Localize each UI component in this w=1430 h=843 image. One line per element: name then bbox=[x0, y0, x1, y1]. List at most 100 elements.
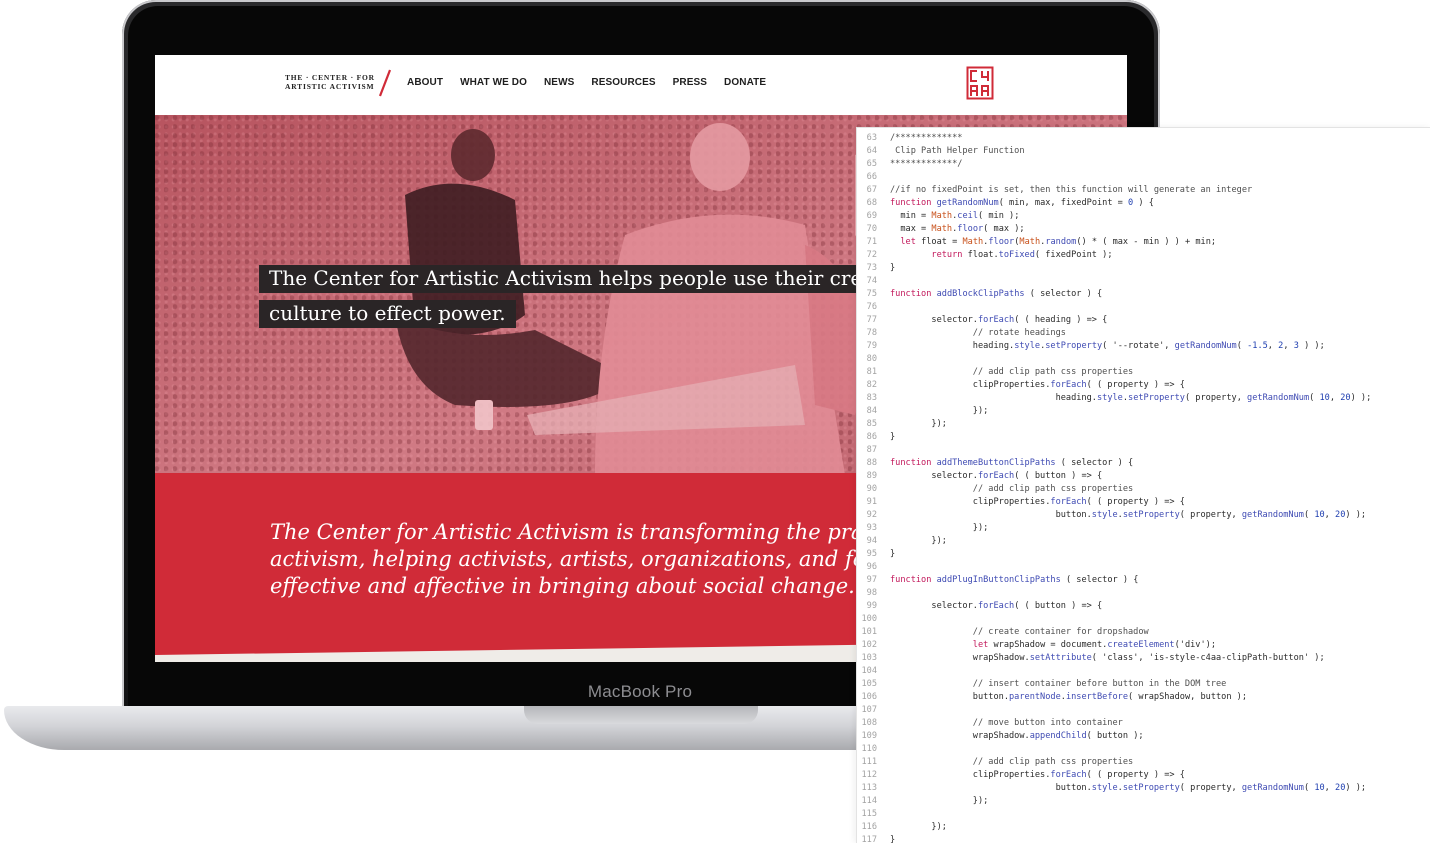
code-line: 88 function addThemeButtonClipPaths ( sel… bbox=[857, 457, 1134, 470]
line-number: 65 bbox=[866, 159, 877, 169]
line-number: 114 bbox=[861, 796, 877, 806]
code-text: let float = Math.floor(Math.random() * (… bbox=[900, 237, 1217, 247]
code-text: // create container for dropshadow bbox=[890, 627, 1149, 637]
code-text: // insert container before button in the… bbox=[890, 679, 1227, 689]
code-line: 87 bbox=[857, 444, 890, 457]
line-number: 67 bbox=[866, 185, 877, 195]
code-text: // move button into container bbox=[890, 718, 1123, 728]
line-number: 105 bbox=[861, 679, 877, 689]
nav-about[interactable]: ABOUT bbox=[407, 77, 443, 88]
code-line: 114 }); bbox=[857, 795, 988, 808]
line-number: 70 bbox=[866, 224, 877, 234]
code-text: clipProperties.forEach( ( property ) => … bbox=[890, 380, 1185, 390]
code-line: 63 /************* bbox=[857, 132, 963, 145]
nav-news[interactable]: NEWS bbox=[544, 77, 574, 88]
code-text: *************/ bbox=[890, 159, 963, 169]
laptop-base-notch bbox=[524, 706, 758, 724]
code-line: 106 button.parentNode.insertBefore( wrap… bbox=[857, 691, 1247, 704]
code-text: }); bbox=[890, 822, 947, 832]
line-number: 104 bbox=[861, 666, 877, 676]
code-text: function addPlugInButtonClipPaths ( sele… bbox=[890, 575, 1139, 585]
code-text: max = Math.floor( max ); bbox=[890, 224, 1025, 234]
code-text: // add clip path css properties bbox=[890, 367, 1134, 377]
line-number: 96 bbox=[866, 562, 877, 572]
code-line: 110 bbox=[857, 743, 890, 756]
code-line: 116 }); bbox=[857, 821, 947, 834]
main-nav: ABOUT WHAT WE DO NEWS RESOURCES PRESS DO… bbox=[407, 77, 766, 88]
line-number: 91 bbox=[866, 497, 877, 507]
line-number: 92 bbox=[866, 510, 877, 520]
line-number: 113 bbox=[861, 783, 877, 793]
logo-slash-icon bbox=[379, 69, 391, 97]
code-text: wrapShadow.setAttribute( 'class', 'is-st… bbox=[890, 653, 1325, 663]
code-line: 107 bbox=[857, 704, 890, 717]
line-number: 93 bbox=[866, 523, 877, 533]
code-text: function addBlockClipPaths ( selector ) … bbox=[890, 289, 1103, 299]
code-text: selector.forEach( ( button ) => { bbox=[890, 471, 1103, 481]
nav-resources[interactable]: RESOURCES bbox=[591, 77, 655, 88]
nav-donate[interactable]: DONATE bbox=[724, 77, 766, 88]
code-editor-panel: 63 /************* 64 Clip Path Helper Func… bbox=[856, 127, 1430, 843]
code-text: }); bbox=[890, 796, 989, 806]
line-number: 86 bbox=[866, 432, 877, 442]
line-number: 89 bbox=[866, 471, 877, 481]
code-line: 72 return float.toFixed( fixedPoint ); bbox=[857, 249, 1113, 262]
code-line: 79 heading.style.setProperty( '--rotate'… bbox=[857, 340, 1325, 353]
code-text: wrapShadow.appendChild( button ); bbox=[890, 731, 1144, 741]
line-number: 111 bbox=[861, 757, 877, 767]
line-number: 80 bbox=[866, 354, 877, 364]
line-number: 69 bbox=[866, 211, 877, 221]
line-number: 66 bbox=[866, 172, 877, 182]
line-number: 112 bbox=[861, 770, 877, 780]
code-text: /************* bbox=[890, 133, 963, 143]
code-line: 78 // rotate headings bbox=[857, 327, 1066, 340]
code-line: 104 bbox=[857, 665, 890, 678]
hero-caption-line-2: culture to effect power. bbox=[259, 300, 516, 328]
code-text: heading.style.setProperty( property, get… bbox=[890, 393, 1372, 403]
code-line: 108 // move button into container bbox=[857, 717, 1123, 730]
code-line: 65 *************/ bbox=[857, 158, 963, 171]
code-line: 115 bbox=[857, 808, 890, 821]
code-line: 99 selector.forEach( ( button ) => { bbox=[857, 600, 1103, 613]
code-text: }); bbox=[890, 419, 947, 429]
line-number: 94 bbox=[866, 536, 877, 546]
code-line: 96 bbox=[857, 561, 890, 574]
code-line: 92 button.style.setProperty( property, g… bbox=[857, 509, 1366, 522]
code-line: 66 bbox=[857, 171, 890, 184]
site-logo[interactable]: THE · CENTER · FOR ARTISTIC ACTIVISM bbox=[285, 73, 375, 91]
code-line: 98 bbox=[857, 587, 890, 600]
code-text: selector.forEach( ( heading ) => { bbox=[890, 315, 1108, 325]
code-line: 103 wrapShadow.setAttribute( 'class', 'i… bbox=[857, 652, 1325, 665]
line-number: 100 bbox=[861, 614, 877, 624]
code-line: 109 wrapShadow.appendChild( button ); bbox=[857, 730, 1144, 743]
nav-what-we-do[interactable]: WHAT WE DO bbox=[460, 77, 527, 88]
code-line: 90 // add clip path css properties bbox=[857, 483, 1134, 496]
code-text: //if no fixedPoint is set, then this fun… bbox=[890, 185, 1253, 195]
line-number: 78 bbox=[866, 328, 877, 338]
nav-press[interactable]: PRESS bbox=[673, 77, 707, 88]
code-line: 85 }); bbox=[857, 418, 947, 431]
c4aa-monogram-icon[interactable] bbox=[966, 66, 994, 100]
line-number: 101 bbox=[861, 627, 877, 637]
line-number: 90 bbox=[866, 484, 877, 494]
code-line: 69 min = Math.ceil( min ); bbox=[857, 210, 1020, 223]
code-line: 77 selector.forEach( ( heading ) => { bbox=[857, 314, 1108, 327]
code-text: let wrapShadow = document.createElement(… bbox=[972, 640, 1217, 650]
laptop-model-label: MacBook Pro bbox=[587, 682, 693, 701]
code-text: clipProperties.forEach( ( property ) => … bbox=[890, 770, 1185, 780]
code-line: 75 function addBlockClipPaths ( selector … bbox=[857, 288, 1103, 301]
line-number: 115 bbox=[861, 809, 877, 819]
code-line: 101 // create container for dropshadow bbox=[857, 626, 1149, 639]
line-number: 76 bbox=[866, 302, 877, 312]
line-number: 108 bbox=[861, 718, 877, 728]
line-number: 98 bbox=[866, 588, 877, 598]
code-text: button.style.setProperty( property, getR… bbox=[890, 510, 1367, 520]
line-number: 102 bbox=[861, 640, 877, 650]
code-text: // add clip path css properties bbox=[890, 757, 1134, 767]
code-line: 113 button.style.setProperty( property, … bbox=[857, 782, 1366, 795]
code-line: 105 // insert container before button in… bbox=[857, 678, 1226, 691]
code-line: 68 function getRandomNum( min, max, fixed… bbox=[857, 197, 1154, 210]
code-line: 95} bbox=[857, 548, 896, 561]
code-line: 73} bbox=[857, 262, 896, 275]
line-number: 83 bbox=[866, 393, 877, 403]
